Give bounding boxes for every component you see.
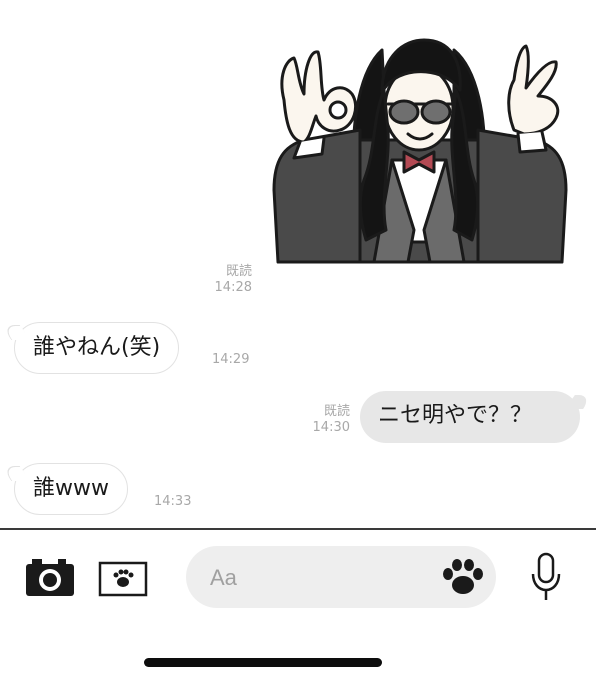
message-input-box[interactable]: [186, 546, 496, 610]
message-composer: [0, 530, 596, 680]
outgoing-message-meta: 既読 14:30: [302, 404, 350, 436]
message-time: 14:29: [212, 352, 250, 367]
sticker-meta: 既読 14:28: [206, 264, 252, 296]
message-text: 誰やねん(笑): [33, 335, 161, 360]
message-input[interactable]: [208, 546, 432, 610]
incoming-message-bubble[interactable]: 誰www: [14, 463, 128, 515]
microphone-icon[interactable]: [526, 550, 566, 604]
message-time: 14:30: [312, 420, 350, 435]
message-text: 誰www: [33, 476, 109, 501]
camera-icon[interactable]: [22, 554, 78, 600]
message-text: ニセ明やで？？: [378, 403, 533, 428]
read-status: 既読: [323, 404, 350, 419]
chat-area: 既読 14:28 誰やねん(笑) 14:29 既読 14:30 ニセ明やで？？ …: [0, 0, 596, 528]
paw-sticker-icon[interactable]: [440, 556, 486, 598]
incoming-message-bubble[interactable]: 誰やねん(笑): [14, 322, 180, 374]
message-time: 14:33: [154, 494, 192, 509]
read-status: 既読: [225, 264, 252, 279]
outgoing-message-bubble[interactable]: ニセ明やで？？: [360, 391, 580, 443]
message-time: 14:28: [214, 280, 252, 295]
home-indicator: [144, 658, 382, 667]
ok-hands-man-sticker[interactable]: [264, 30, 576, 266]
image-icon[interactable]: [96, 558, 150, 600]
